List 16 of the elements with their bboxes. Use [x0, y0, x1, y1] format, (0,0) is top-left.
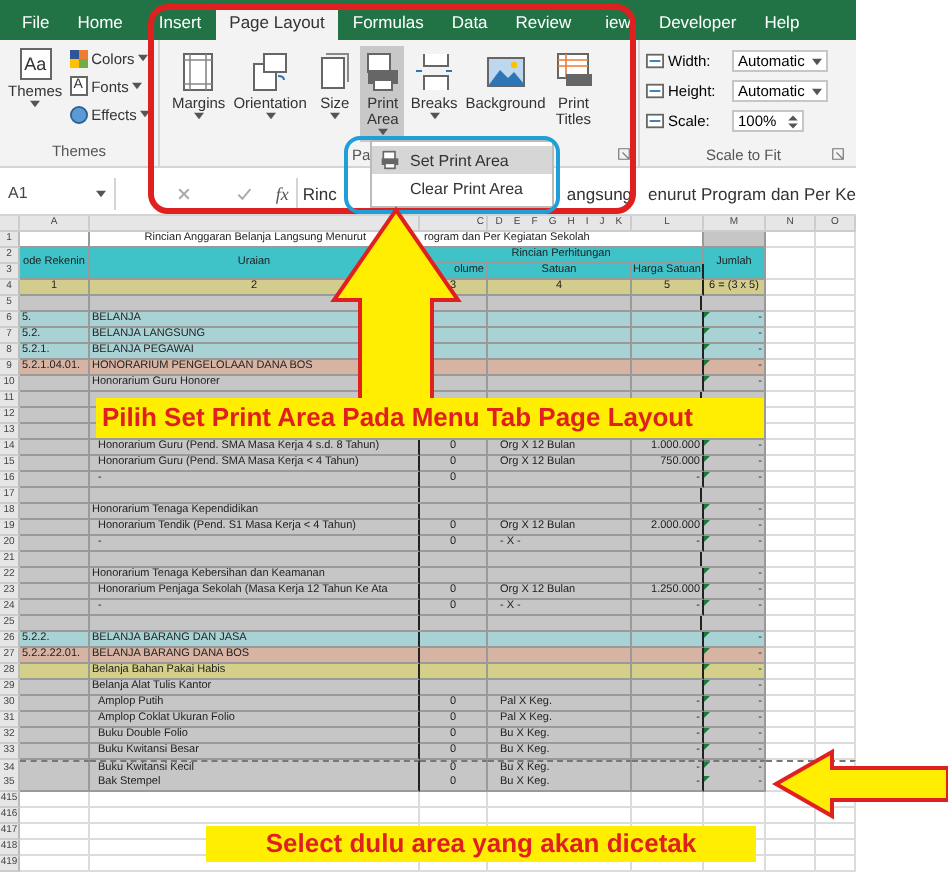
- ribbon-tab[interactable]: Insert: [144, 4, 216, 40]
- name-box[interactable]: A1: [0, 177, 116, 209]
- menu-item[interactable]: Set Print Area: [372, 146, 552, 174]
- ribbon-tab[interactable]: Formulas: [338, 4, 438, 40]
- ribbon-tab[interactable]: Help: [750, 4, 814, 40]
- themes-icon: Aa: [19, 48, 52, 80]
- ribbon-tab[interactable]: Data: [437, 4, 502, 40]
- ribbon-tab[interactable]: Review: [501, 4, 586, 40]
- insert-function-button[interactable]: fx: [275, 183, 289, 203]
- menu-item[interactable]: Clear Print Area: [372, 174, 552, 202]
- caption-banner: Pilih Set Print Area Pada Menu Tab Page Layout: [96, 398, 764, 438]
- ribbon-tab[interactable]: iew: [585, 4, 645, 40]
- ribbon-tab[interactable]: Home: [63, 4, 137, 40]
- ribbon-tab[interactable]: File: [8, 4, 64, 40]
- caption-banner: Select dulu area yang akan dicetak: [206, 826, 756, 862]
- ribbon-tab[interactable]: Developer: [644, 4, 751, 40]
